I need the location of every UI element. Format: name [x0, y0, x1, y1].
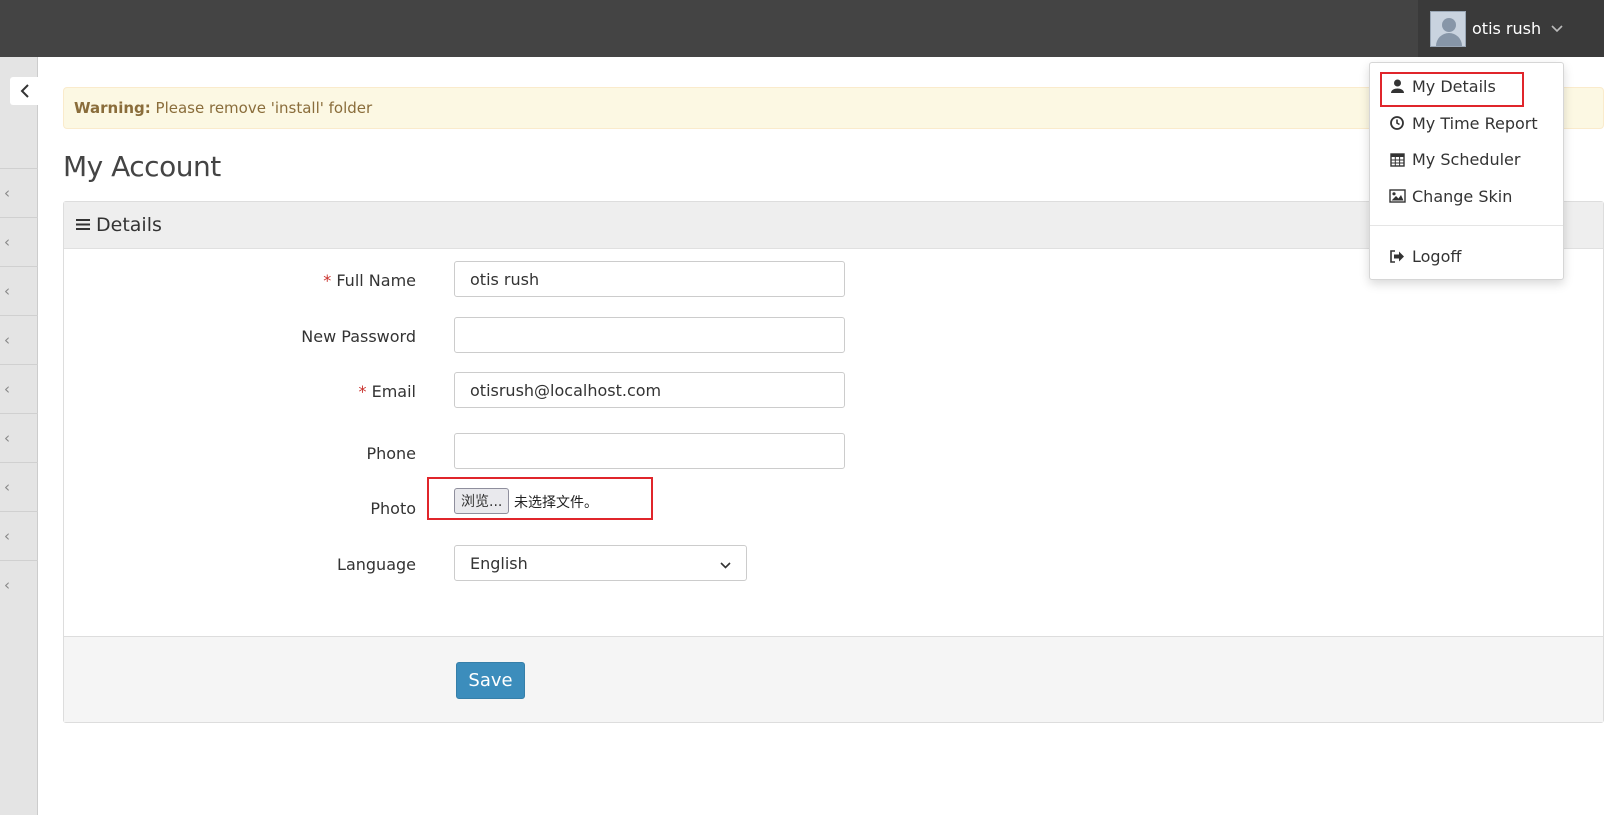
avatar [1430, 10, 1466, 47]
chevron-left-icon: ‹ [4, 183, 10, 202]
menu-item-my-time-report[interactable]: My Time Report [1370, 108, 1563, 138]
menu-divider [1370, 225, 1563, 226]
language-selected: English [470, 553, 528, 573]
chevron-left-icon: ‹ [4, 575, 10, 594]
full-name-input[interactable]: otis rush [454, 261, 845, 297]
page-title: My Account [63, 150, 221, 183]
sidebar-item[interactable]: ‹ [0, 413, 38, 461]
menu-item-label: My Scheduler [1412, 149, 1521, 169]
panel-footer: Save [64, 636, 1603, 722]
chevron-down-icon [720, 554, 731, 573]
chevron-down-icon [1551, 22, 1563, 36]
sidebar-item[interactable]: ‹ [0, 266, 38, 314]
sidebar-collapse-button[interactable] [10, 77, 39, 105]
photo-file-status: 未选择文件。 [514, 495, 598, 511]
sidebar: ‹ ‹ ‹ ‹ ‹ ‹ ‹ ‹ ‹ [0, 57, 38, 815]
chevron-left-icon: ‹ [4, 428, 10, 447]
save-button[interactable]: Save [456, 662, 525, 699]
sidebar-item[interactable]: ‹ [0, 364, 38, 412]
required-mark: * [323, 271, 332, 290]
menu-item-label: Logoff [1412, 246, 1462, 266]
chevron-left-icon: ‹ [4, 281, 10, 300]
menu-item-logoff[interactable]: Logoff [1370, 241, 1563, 271]
email-label-text: Email [371, 382, 416, 401]
phone-input[interactable] [454, 433, 845, 469]
menu-item-label: My Details [1412, 76, 1496, 96]
email-label: * Email [359, 382, 416, 401]
sidebar-item[interactable]: ‹ [0, 315, 38, 363]
user-name: otis rush [1472, 19, 1542, 38]
user-dropdown-menu: My Details My Time Report My Scheduler C… [1369, 62, 1564, 280]
full-name-label: * Full Name [323, 271, 416, 290]
image-icon [1388, 189, 1406, 203]
alert-title: Warning: [74, 99, 151, 117]
chevron-left-icon: ‹ [4, 232, 10, 251]
sidebar-item[interactable]: ‹ [0, 560, 38, 608]
menu-item-my-details[interactable]: My Details [1370, 71, 1563, 101]
user-menu-toggle[interactable]: otis rush [1418, 0, 1604, 57]
chevron-left-icon: ‹ [4, 526, 10, 545]
sidebar-item[interactable]: ‹ [0, 462, 38, 510]
photo-browse-button[interactable]: 浏览... [454, 488, 510, 514]
sidebar-item[interactable]: ‹ [0, 217, 38, 265]
sign-out-icon [1388, 249, 1406, 263]
required-mark: * [358, 382, 367, 401]
alert-message: Please remove 'install' folder [155, 99, 373, 117]
language-select[interactable]: English [454, 545, 747, 581]
email-value: otisrush@localhost.com [470, 380, 662, 400]
calendar-icon [1388, 152, 1406, 167]
photo-label: Photo [370, 499, 416, 518]
menu-item-change-skin[interactable]: Change Skin [1370, 181, 1563, 211]
bars-icon [76, 215, 90, 236]
sidebar-item[interactable]: ‹ [0, 168, 38, 216]
chevron-left-icon: ‹ [4, 330, 10, 349]
sidebar-item[interactable]: ‹ [0, 511, 38, 559]
full-name-label-text: Full Name [336, 271, 416, 290]
menu-item-my-scheduler[interactable]: My Scheduler [1370, 144, 1563, 174]
new-password-input[interactable] [454, 317, 845, 353]
menu-item-label: Change Skin [1412, 186, 1513, 206]
chevron-left-icon: ‹ [4, 477, 10, 496]
new-password-label: New Password [301, 327, 416, 346]
top-navbar: otis rush [0, 0, 1604, 57]
language-label: Language [337, 555, 416, 574]
clock-icon [1388, 116, 1406, 130]
full-name-value: otis rush [470, 269, 540, 289]
panel-title: Details [96, 214, 162, 236]
menu-item-label: My Time Report [1412, 113, 1538, 133]
email-input[interactable]: otisrush@localhost.com [454, 372, 845, 408]
user-icon [1388, 79, 1406, 93]
phone-label: Phone [366, 444, 416, 463]
chevron-left-icon: ‹ [4, 379, 10, 398]
chevron-left-icon [20, 84, 29, 98]
